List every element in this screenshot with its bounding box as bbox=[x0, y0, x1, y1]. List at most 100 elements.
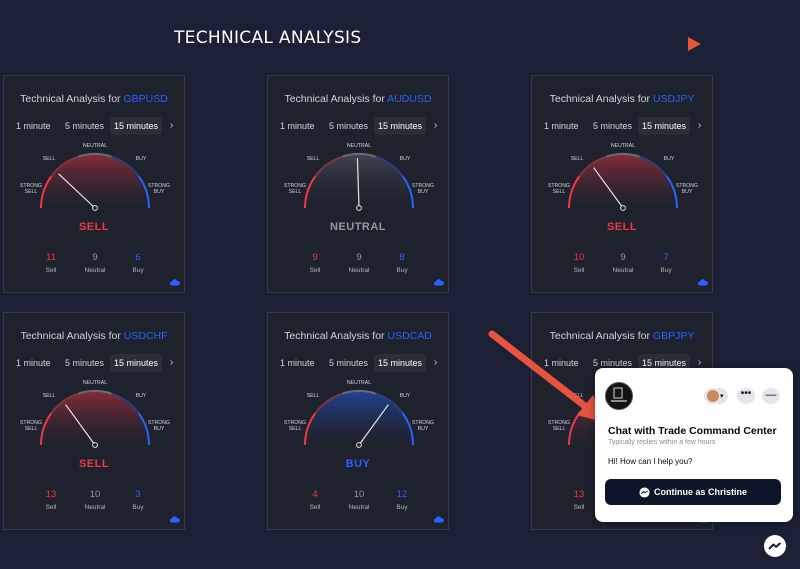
sell-count: 13 Sell bbox=[31, 489, 71, 511]
widget-title: Technical Analysis for GBPUSD bbox=[4, 93, 184, 105]
tab-15-minutes[interactable]: 15 minutes bbox=[110, 117, 163, 135]
tab-1-minute[interactable]: 1 minute bbox=[12, 354, 55, 372]
widget-title-prefix: Technical Analysis for bbox=[549, 330, 651, 342]
neutral-count-label: Neutral bbox=[348, 504, 370, 511]
symbol-link[interactable]: GBPUSD bbox=[123, 93, 167, 105]
symbol-link[interactable]: AUDUSD bbox=[387, 93, 431, 105]
widget-title-prefix: Technical Analysis for bbox=[20, 330, 121, 342]
widget-title: Technical Analysis for USDCHF bbox=[4, 330, 184, 342]
indicator-counts: 13 Sell 10 Neutral 3 Buy bbox=[4, 489, 184, 515]
sell-count-label: Sell bbox=[45, 267, 57, 274]
indicator-counts: 11 Sell 9 Neutral 6 Buy bbox=[4, 252, 184, 278]
symbol-link[interactable]: USDJPY bbox=[653, 93, 694, 105]
buy-count-value: 8 bbox=[399, 252, 405, 263]
technical-analysis-widget: Technical Analysis for USDJPY 1 minute 5 m… bbox=[531, 75, 713, 293]
gauge: STRONGSELLSELLNEUTRALBUYSTRONGBUY bbox=[548, 143, 698, 211]
summary-signal: SELL bbox=[606, 221, 638, 233]
tab-1-minute[interactable]: 1 minute bbox=[540, 117, 583, 135]
gauge-fill bbox=[305, 391, 413, 445]
neutral-count-value: 10 bbox=[89, 489, 101, 500]
symbol-link[interactable]: GBPJPY bbox=[653, 330, 694, 342]
gauge-label-sell: SELL bbox=[571, 393, 584, 399]
tab-5-minutes[interactable]: 5 minutes bbox=[325, 354, 372, 372]
buy-count: 12 Buy bbox=[382, 489, 422, 511]
trade-command-center-logo bbox=[605, 382, 633, 410]
widget-title-prefix: Technical Analysis for bbox=[20, 93, 121, 105]
gauge-label-strong-buy: BUY bbox=[418, 189, 429, 195]
sell-count-value: 13 bbox=[45, 489, 57, 500]
chevron-right-icon[interactable]: › bbox=[170, 354, 180, 372]
neutral-count-value: 9 bbox=[92, 252, 98, 263]
symbol-link[interactable]: USDCHF bbox=[124, 330, 168, 342]
chevron-right-icon[interactable]: › bbox=[434, 117, 444, 135]
chevron-right-icon[interactable]: › bbox=[170, 117, 180, 135]
tab-1-minute[interactable]: 1 minute bbox=[276, 354, 319, 372]
neutral-count: 9 Neutral bbox=[339, 252, 379, 274]
sell-count-value: 13 bbox=[573, 489, 585, 500]
tab-15-minutes[interactable]: 15 minutes bbox=[638, 117, 691, 135]
tab-1-minute[interactable]: 1 minute bbox=[12, 117, 55, 135]
buy-count-label: Buy bbox=[132, 504, 144, 511]
cloud-icon bbox=[434, 279, 444, 286]
chat-profile-switcher[interactable]: ▾ bbox=[704, 388, 728, 404]
gauge-label-sell: SELL bbox=[307, 156, 320, 162]
gauge-label-buy: BUY bbox=[400, 393, 411, 399]
cloud-icon bbox=[698, 279, 708, 286]
summary-signal: SELL bbox=[78, 458, 110, 470]
more-options-button[interactable]: ••• bbox=[737, 388, 755, 404]
widget-title: Technical Analysis for GBPJPY bbox=[532, 330, 712, 342]
tab-5-minutes[interactable]: 5 minutes bbox=[61, 117, 108, 135]
messenger-icon[interactable] bbox=[763, 534, 787, 558]
gauge-label-buy: BUY bbox=[664, 156, 675, 162]
gauge-label-strong-sell: SELL bbox=[25, 426, 38, 432]
buy-count-value: 3 bbox=[135, 489, 141, 500]
sell-count: 11 Sell bbox=[31, 252, 71, 274]
technical-analysis-widget: Technical Analysis for USDCAD 1 minute 5 m… bbox=[267, 312, 449, 530]
technical-analysis-widget: Technical Analysis for GBPUSD 1 minute 5 m… bbox=[3, 75, 185, 293]
minimize-chat-button[interactable]: — bbox=[762, 388, 780, 404]
tab-15-minutes[interactable]: 15 minutes bbox=[374, 354, 427, 372]
sell-count-label: Sell bbox=[573, 504, 585, 511]
chat-popup: ▾ ••• — Chat with Trade Command Center T… bbox=[595, 368, 793, 522]
tab-15-minutes[interactable]: 15 minutes bbox=[374, 117, 427, 135]
tab-15-minutes[interactable]: 15 minutes bbox=[110, 354, 163, 372]
chevron-right-icon[interactable]: › bbox=[434, 354, 444, 372]
interval-tabs: 1 minute 5 minutes 15 minutes › bbox=[276, 117, 448, 135]
gauge: STRONGSELLSELLNEUTRALBUYSTRONGBUY bbox=[20, 143, 170, 211]
gauge-pivot bbox=[92, 442, 98, 448]
gauge-label-strong-sell: SELL bbox=[553, 426, 566, 432]
next-arrow-icon[interactable] bbox=[686, 36, 702, 52]
neutral-count-value: 9 bbox=[620, 252, 626, 263]
chat-subtitle: Typically replies within a few hours bbox=[608, 439, 716, 446]
interval-tabs: 1 minute 5 minutes 15 minutes › bbox=[540, 117, 712, 135]
gauge-fill bbox=[41, 154, 149, 208]
tab-5-minutes[interactable]: 5 minutes bbox=[325, 117, 372, 135]
neutral-count: 9 Neutral bbox=[603, 252, 643, 274]
tab-5-minutes[interactable]: 5 minutes bbox=[61, 354, 108, 372]
interval-tabs: 1 minute 5 minutes 15 minutes › bbox=[12, 354, 184, 372]
gauge: STRONGSELLSELLNEUTRALBUYSTRONGBUY bbox=[20, 380, 170, 448]
indicator-counts: 4 Sell 10 Neutral 12 Buy bbox=[268, 489, 448, 515]
messenger-icon bbox=[639, 487, 650, 498]
sell-count: 4 Sell bbox=[295, 489, 335, 511]
continue-as-button[interactable]: Continue as Christine bbox=[605, 479, 781, 505]
tab-1-minute[interactable]: 1 minute bbox=[540, 354, 583, 372]
gauge-label-neutral: NEUTRAL bbox=[611, 143, 635, 149]
neutral-count: 10 Neutral bbox=[75, 489, 115, 511]
interval-tabs: 1 minute 5 minutes 15 minutes › bbox=[12, 117, 184, 135]
sell-count-label: Sell bbox=[45, 504, 57, 511]
chevron-right-icon[interactable]: › bbox=[698, 117, 708, 135]
technical-analysis-widget: Technical Analysis for USDCHF 1 minute 5 m… bbox=[3, 312, 185, 530]
gauge-label-strong-sell: SELL bbox=[289, 189, 302, 195]
tab-1-minute[interactable]: 1 minute bbox=[276, 117, 319, 135]
sell-count: 13 Sell bbox=[559, 489, 599, 511]
cloud-icon bbox=[434, 516, 444, 523]
neutral-count-label: Neutral bbox=[612, 267, 634, 274]
sell-count-value: 11 bbox=[46, 252, 56, 263]
tab-5-minutes[interactable]: 5 minutes bbox=[589, 117, 636, 135]
buy-count-value: 6 bbox=[135, 252, 141, 263]
symbol-link[interactable]: USDCAD bbox=[387, 330, 431, 342]
neutral-count-value: 10 bbox=[353, 489, 365, 500]
gauge-label-strong-buy: BUY bbox=[418, 426, 429, 432]
chevron-down-icon: ▾ bbox=[720, 393, 724, 400]
